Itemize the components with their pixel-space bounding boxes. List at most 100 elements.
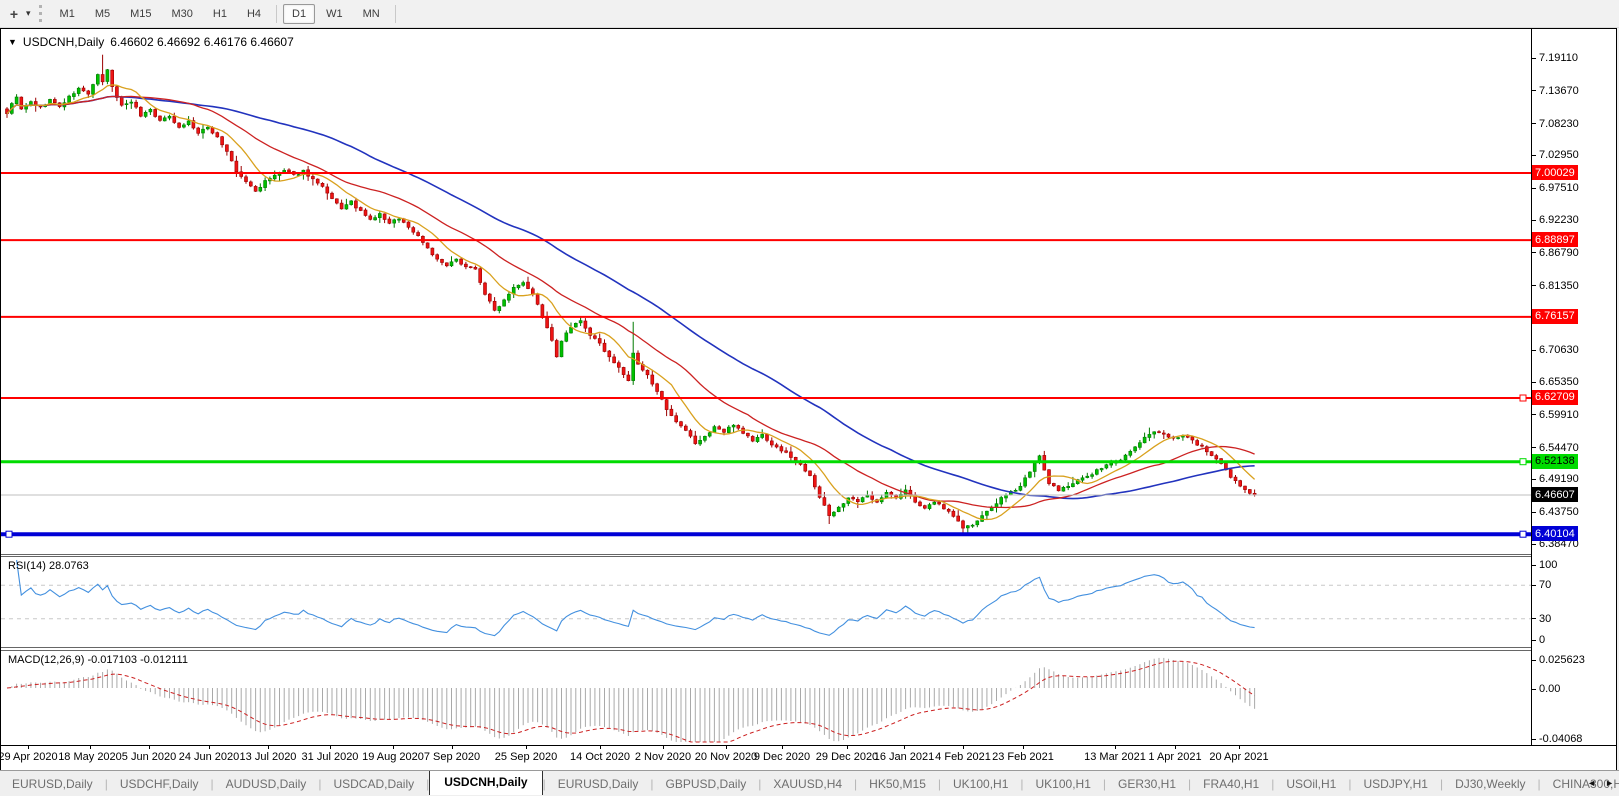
timeframe-button-m5[interactable]: M5	[86, 4, 119, 24]
date-tick	[963, 746, 964, 749]
rsi-axis-tick: 100	[1532, 558, 1557, 572]
date-tick	[330, 746, 331, 749]
top-toolbar: + ▾ M1 M5 M15 M30 H1 H4 D1 W1 MN	[0, 0, 1619, 28]
date-label: 23 Feb 2021	[992, 751, 1054, 763]
chart-tab-hk50-m15[interactable]: HK50,M15	[857, 774, 938, 794]
chart-tab-uk100-h1[interactable]: UK100,H1	[941, 774, 1020, 794]
date-tick	[268, 746, 269, 749]
price-tick: 6.97510	[1532, 181, 1579, 195]
ma-fast-line	[6, 84, 1256, 521]
price-axis[interactable]: 7.19110 7.13670 7.08230 7.02950 6.97510 6.922…	[1532, 29, 1616, 745]
date-tick	[663, 746, 664, 749]
chart-tab-eurusd-daily[interactable]: EURUSD,Daily	[546, 774, 651, 794]
date-tick	[1115, 746, 1116, 749]
cursor-tool-dropdown-icon[interactable]: ▾	[26, 8, 31, 19]
date-tick	[149, 746, 150, 749]
price-tick: 6.49190	[1532, 472, 1579, 486]
timeframe-button-w1[interactable]: W1	[317, 4, 352, 24]
date-tick	[28, 746, 29, 749]
macd-indicator-label: MACD(12,26,9) -0.017103 -0.012111	[8, 654, 188, 666]
chart-tab-ger30-h1[interactable]: GER30,H1	[1106, 774, 1188, 794]
price-tick: 6.43750	[1532, 505, 1579, 519]
rsi-indicator-pane[interactable]	[1, 557, 1531, 647]
date-label: 20 Apr 2021	[1209, 751, 1269, 763]
level-price-badge[interactable]: 7.00029	[1532, 165, 1578, 181]
ma-slow-line	[6, 95, 1255, 500]
rsi-line	[16, 559, 1255, 637]
rsi-axis-tick: 70	[1532, 578, 1551, 592]
chart-title: ▼ USDCNH,Daily 6.46602 6.46692 6.46176 6.4…	[8, 35, 294, 49]
tab-scroll-arrows: ◄ ►	[1587, 778, 1614, 788]
price-tick: 6.70630	[1532, 343, 1579, 357]
main-price-chart[interactable]	[1, 30, 1531, 554]
chart-tab-eurusd-daily[interactable]: EURUSD,Daily	[0, 774, 105, 794]
chart-tab-xauusd-h4[interactable]: XAUUSD,H4	[761, 774, 854, 794]
date-tick	[452, 746, 453, 749]
level-price-badge[interactable]: 6.62709	[1532, 389, 1578, 405]
chart-tab-uk100-h1[interactable]: UK100,H1	[1024, 774, 1103, 794]
price-tick: 6.81350	[1532, 279, 1579, 293]
price-tick: 7.13670	[1532, 84, 1579, 98]
macd-axis-tick: 0.025623	[1532, 653, 1585, 667]
date-tick	[1239, 746, 1240, 749]
timeframe-button-h4[interactable]: H4	[238, 4, 270, 24]
line-handle	[5, 530, 13, 538]
mt4-terminal: { "icons": { "cursor_tool": "+", "dropdo…	[0, 0, 1619, 796]
macd-axis-tick: 0.00	[1532, 682, 1560, 696]
rsi-indicator-label: RSI(14) 28.0763	[8, 560, 89, 572]
level-price-badge[interactable]: 6.52138	[1532, 453, 1578, 469]
timeframe-button-h1[interactable]: H1	[204, 4, 236, 24]
chart-tab-audusd-daily[interactable]: AUDUSD,Daily	[214, 774, 319, 794]
timeframe-button-group: M1 M5 M15 M30 H1 H4 D1 W1 MN	[50, 0, 401, 27]
price-tick: 7.08230	[1532, 117, 1579, 131]
line-handle	[1519, 458, 1527, 466]
date-tick	[209, 746, 210, 749]
date-tick	[904, 746, 905, 749]
date-tick	[393, 746, 394, 749]
level-price-badge[interactable]: 6.76157	[1532, 308, 1578, 324]
toolbar-separator	[276, 4, 278, 23]
toolbar-separator	[394, 4, 396, 23]
price-tick: 6.92230	[1532, 213, 1579, 227]
date-tick	[726, 746, 727, 749]
tab-scroll-left-icon[interactable]: ◄	[1587, 778, 1596, 788]
cursor-tool-icon[interactable]: +	[2, 4, 26, 24]
collapse-chart-icon[interactable]: ▼	[8, 37, 17, 47]
toolbar-grip[interactable]	[38, 5, 42, 22]
timeframe-button-mn[interactable]: MN	[354, 4, 389, 24]
date-tick	[600, 746, 601, 749]
timeframe-button-d1[interactable]: D1	[283, 3, 316, 24]
price-tick: 6.65350	[1532, 375, 1579, 389]
date-tick	[847, 746, 848, 749]
chart-tab-usoil-h1[interactable]: USOil,H1	[1274, 774, 1348, 794]
tab-scroll-right-icon[interactable]: ►	[1605, 778, 1614, 788]
rsi-axis-tick: 30	[1532, 612, 1551, 626]
chart-tab-usdchf-daily[interactable]: USDCHF,Daily	[108, 774, 211, 794]
price-tick: 7.19110	[1532, 51, 1578, 65]
chart-tab-usdjpy-h1[interactable]: USDJPY,H1	[1351, 774, 1439, 794]
timeframe-button-m1[interactable]: M1	[51, 4, 84, 24]
date-tick	[90, 746, 91, 749]
chart-ohlc-values: 6.46602 6.46692 6.46176 6.46607	[110, 35, 294, 49]
chart-tab-usdcnh-daily[interactable]: USDCNH,Daily	[429, 771, 543, 795]
macd-indicator-pane[interactable]	[1, 651, 1531, 745]
chart-tab-gbpusd-daily[interactable]: GBPUSD,Daily	[654, 774, 759, 794]
timeframe-button-m30[interactable]: M30	[163, 4, 202, 24]
level-price-badge[interactable]: 6.88897	[1532, 232, 1578, 248]
date-tick	[1175, 746, 1176, 749]
date-tick	[1023, 746, 1024, 749]
chart-window: ▼ USDCNH,Daily 6.46602 6.46692 6.46176 6.4…	[0, 28, 1617, 770]
chart-tab-bar: EURUSD,Daily | USDCHF,Daily | AUDUSD,Daily | U…	[0, 770, 1619, 796]
date-tick	[526, 746, 527, 749]
line-handle	[1519, 530, 1527, 538]
rsi-axis-tick: 0	[1532, 633, 1545, 647]
price-tick: 7.02950	[1532, 148, 1579, 162]
chart-tab-dj30-weekly[interactable]: DJ30,Weekly	[1443, 774, 1537, 794]
chart-tab-fra40-h1[interactable]: FRA40,H1	[1191, 774, 1271, 794]
chart-tab-usdcad-daily[interactable]: USDCAD,Daily	[321, 774, 426, 794]
timeframe-button-m15[interactable]: M15	[121, 4, 160, 24]
date-axis[interactable]: 29 Apr 2020 18 May 2020 5 Jun 2020 24 Jun 2…	[0, 745, 1616, 770]
macd-histogram	[11, 657, 1256, 742]
price-tick: 6.86790	[1532, 246, 1579, 260]
level-price-badge[interactable]: 6.40104	[1532, 526, 1578, 542]
